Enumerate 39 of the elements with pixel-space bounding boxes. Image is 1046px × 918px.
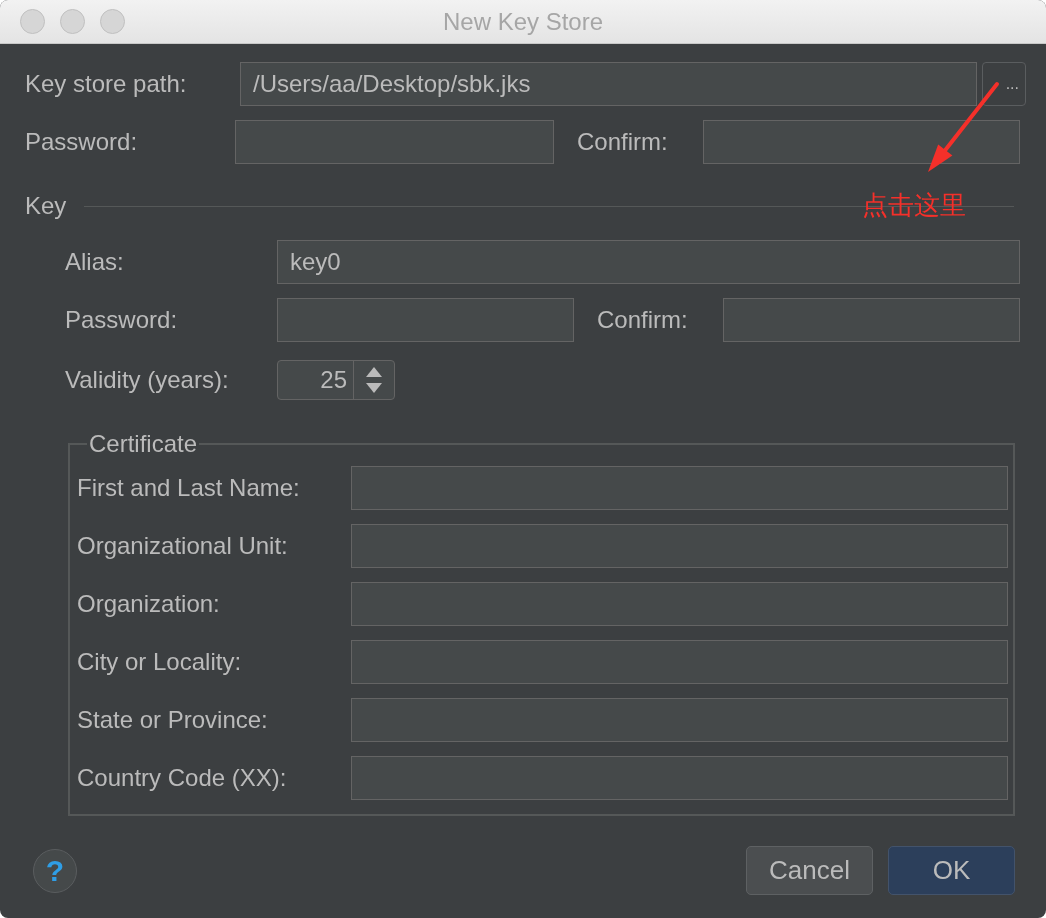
confirm-field[interactable]	[723, 298, 1020, 342]
field-label: Organization:	[77, 590, 221, 618]
browse-button[interactable]: ...	[982, 62, 1026, 106]
field-label: Confirm:	[596, 306, 689, 334]
field-label: Alias:	[65, 248, 125, 276]
window-close-button[interactable]	[20, 9, 45, 34]
text-field[interactable]	[351, 698, 1008, 742]
text-field[interactable]	[351, 524, 1008, 568]
field-label: Key store path:	[25, 70, 188, 98]
field-label: Password:	[65, 306, 179, 334]
field-label: First and Last Name:	[77, 474, 301, 502]
text-field[interactable]	[351, 756, 1008, 800]
password-field[interactable]	[277, 298, 574, 342]
text-field[interactable]	[351, 582, 1008, 626]
window-minimize-button[interactable]	[60, 9, 85, 34]
annotation-text: 点击这里	[862, 189, 966, 222]
text-field[interactable]	[351, 466, 1008, 510]
field-label: Password:	[25, 128, 139, 156]
section-heading: Key	[25, 192, 67, 220]
password-field[interactable]	[235, 120, 554, 164]
cancel-button[interactable]: Cancel	[746, 846, 873, 895]
text-field[interactable]	[351, 640, 1008, 684]
ok-button[interactable]: OK	[888, 846, 1015, 895]
field-label: City or Locality:	[77, 648, 243, 676]
validity-spinner[interactable]: 25	[277, 360, 395, 400]
help-button[interactable]: ?	[33, 848, 77, 893]
group-title: Certificate	[88, 430, 199, 458]
confirm-field[interactable]	[703, 120, 1020, 164]
field-label: Country Code (XX):	[77, 764, 288, 792]
up-caret-icon[interactable]	[366, 367, 382, 377]
window-title: New Key Store	[442, 7, 604, 35]
down-caret-icon[interactable]	[366, 383, 382, 393]
field-label: Validity (years):	[65, 366, 230, 394]
window-zoom-button[interactable]	[100, 9, 125, 34]
key-store-path-field[interactable]: /Users/aa/Desktop/sbk.jks	[240, 62, 977, 106]
field-label: State or Province:	[77, 706, 269, 734]
field-label: Confirm:	[576, 128, 669, 156]
alias-field[interactable]: key0	[277, 240, 1020, 284]
field-label: Organizational Unit:	[77, 532, 289, 560]
